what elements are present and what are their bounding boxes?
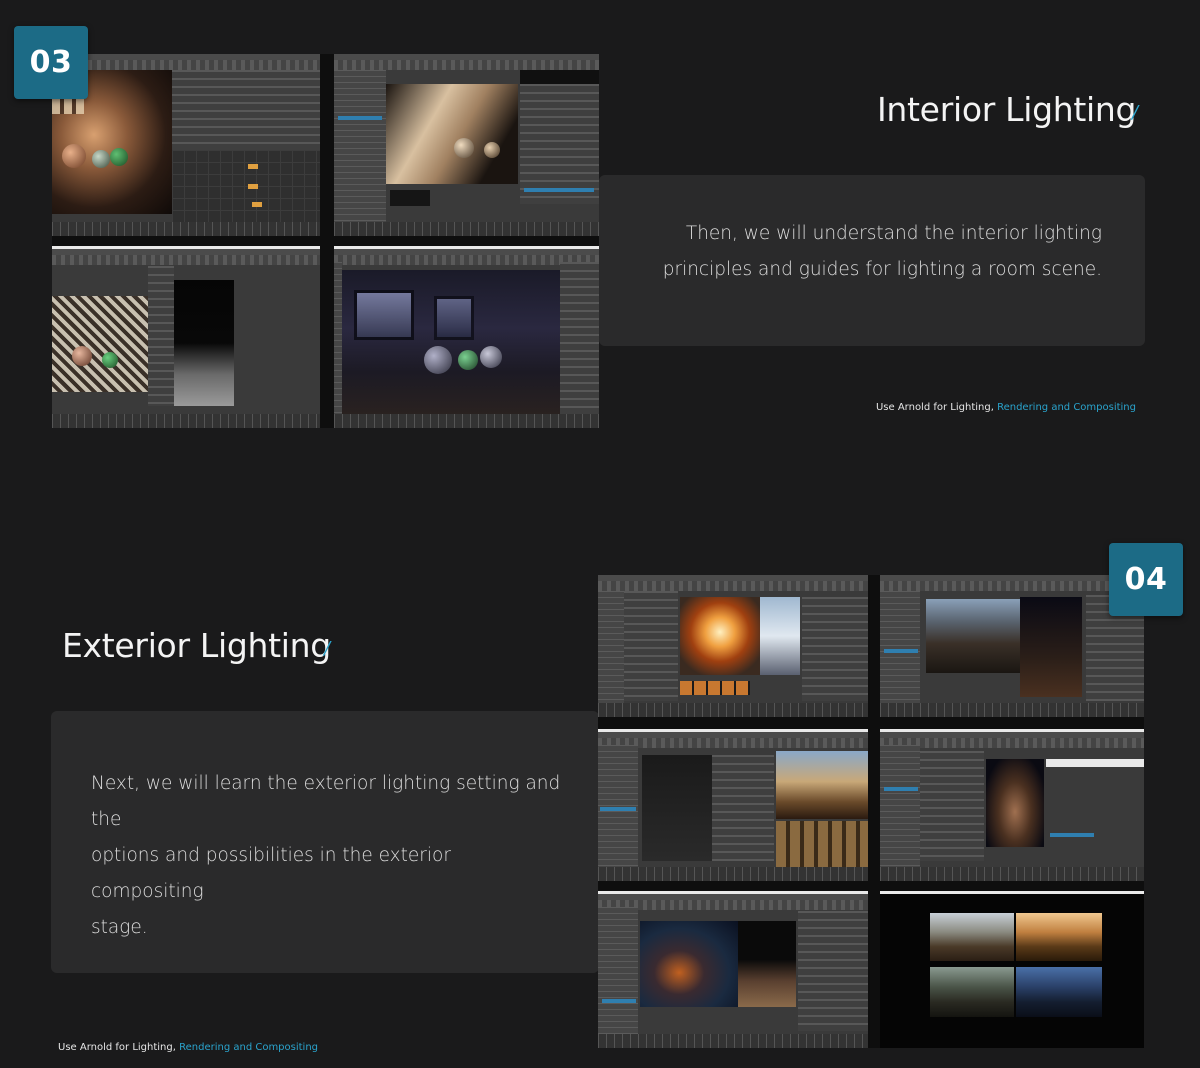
- course-caption: Use Arnold for Lighting, Rendering and C…: [876, 402, 1136, 413]
- title-slash-accent: /: [324, 638, 331, 659]
- section-title: Exterior Lighting: [62, 626, 331, 665]
- screenshot-exterior-wireframe-village: [598, 729, 868, 881]
- screenshot-interior-dark-room: [334, 246, 599, 428]
- screenshot-exterior-lighting-variations: [880, 891, 1144, 1048]
- screenshot-exterior-explosion: [598, 575, 868, 717]
- section-number-badge: 03: [14, 26, 88, 99]
- screenshot-exterior-night-village: [598, 891, 868, 1048]
- section-description: Then, we will understand the interior li…: [600, 216, 1102, 288]
- section-description: Next, we will learn the exterior lightin…: [91, 766, 561, 946]
- title-slash-accent: /: [1132, 102, 1139, 123]
- caption-text: Use Arnold for Lighting,: [875, 402, 998, 413]
- exterior-screenshot-grid: [598, 575, 1144, 1048]
- section-number-badge: 04: [1109, 543, 1183, 616]
- description-line: stage.: [91, 917, 148, 938]
- screenshot-interior-patterned-floor: [52, 246, 320, 428]
- description-line: Then, we will understand the interior li…: [685, 223, 1102, 244]
- course-caption: Use Arnold for Lighting, Rendering and C…: [58, 1042, 318, 1053]
- screenshot-exterior-smoke: [880, 729, 1144, 881]
- screenshot-exterior-village-street: [880, 575, 1144, 717]
- description-line: Next, we will learn the exterior lightin…: [91, 773, 561, 830]
- caption-link[interactable]: Rendering and Compositing: [179, 1042, 318, 1053]
- description-line: principles and guides for lighting a roo…: [662, 259, 1102, 280]
- section-title: Interior Lighting: [877, 90, 1137, 129]
- description-line: options and possibilities in the exterio…: [91, 845, 451, 902]
- screenshot-interior-spheres-render: [334, 54, 599, 236]
- caption-link[interactable]: Rendering and Compositing: [997, 402, 1136, 413]
- screenshot-interior-node-editor: [52, 54, 320, 236]
- interior-screenshot-grid: [52, 54, 599, 428]
- caption-text: Use Arnold for Lighting,: [58, 1042, 180, 1053]
